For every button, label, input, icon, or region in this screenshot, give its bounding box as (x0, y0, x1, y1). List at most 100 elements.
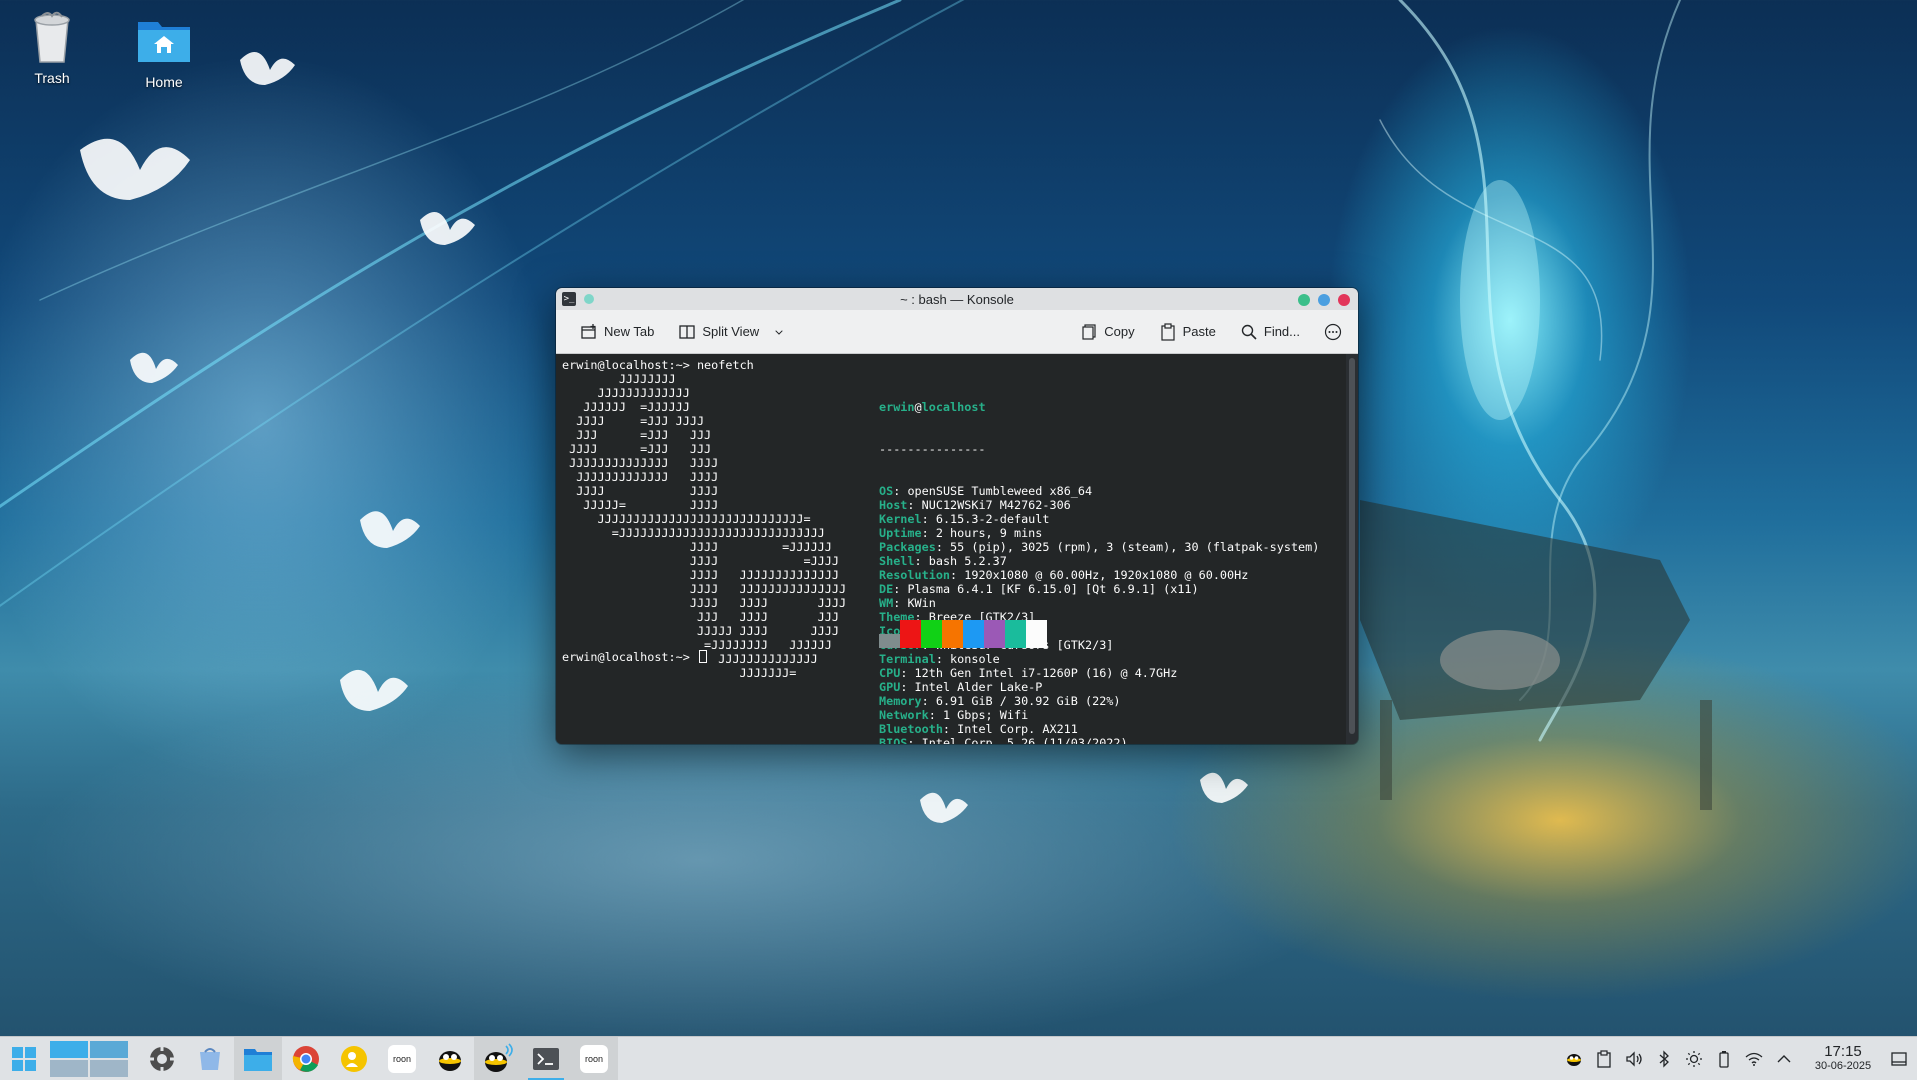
desktop-icon-home[interactable]: Home (122, 10, 206, 90)
digital-clock[interactable]: 17:15 30-06-2025 (1805, 1044, 1881, 1073)
info-key: CPU (879, 666, 901, 680)
virtual-desktop-3[interactable] (50, 1059, 88, 1077)
virtual-desktop-1[interactable] (50, 1040, 88, 1058)
more-menu-button[interactable] (1318, 319, 1348, 345)
taskbar: roon roon 17:15 30-06-2025 (0, 1036, 1917, 1080)
virtual-desktop-4[interactable] (90, 1059, 128, 1077)
info-user: erwin (879, 400, 915, 414)
tray-clipboard[interactable] (1589, 1037, 1619, 1080)
info-value: 6.91 GiB / 30.92 GiB (22%) (935, 694, 1121, 708)
tray-bluetooth[interactable] (1649, 1037, 1679, 1080)
paste-button[interactable]: Paste (1153, 319, 1222, 345)
taskbar-konsole[interactable] (522, 1036, 570, 1080)
info-value: Intel Alder Lake-P (914, 680, 1043, 694)
info-value: Plasma 6.4.1 [KF 6.15.0] [Qt 6.9.1] (x11… (907, 582, 1199, 596)
neofetch-ascii-logo: JJJJJJJJ JJJJJJJJJJJJJ JJJJJJ =JJJJJJ JJ… (569, 372, 847, 680)
audio-bee-playing-icon (485, 1042, 513, 1072)
taskbar-chrome[interactable] (282, 1037, 330, 1080)
color-swatch (1026, 620, 1047, 648)
konsole-icon (533, 1047, 559, 1070)
neofetch-info: erwin@localhost --------------- OS: open… (879, 372, 1319, 744)
virtual-desktop-2[interactable] (90, 1040, 128, 1058)
split-view-label: Split View (702, 324, 760, 339)
info-row-packages: Packages: 55 (pip), 3025 (rpm), 3 (steam… (879, 540, 1320, 554)
show-desktop-button[interactable] (1881, 1037, 1917, 1080)
window-titlebar[interactable]: >_ ~ : bash — Konsole (556, 288, 1358, 310)
minimize-button[interactable] (1298, 294, 1310, 306)
terminal-scrollbar[interactable] (1346, 354, 1358, 744)
info-row-wm: WM: KWin (879, 596, 936, 610)
terminal-output[interactable]: erwin@localhost:~> neofetch JJJJJJJJ JJJ… (556, 354, 1346, 744)
roon-running-icon: roon (580, 1044, 608, 1073)
copy-label: Copy (1104, 324, 1135, 339)
info-key: DE (879, 582, 894, 596)
info-value: NUC12WSKi7 M42762-306 (921, 498, 1071, 512)
color-swatch (921, 620, 942, 648)
info-row-bios: BIOS: Intel Corp. 5.26 (11/03/2022) (879, 736, 1319, 744)
info-row-resolution: Resolution: 1920x1080 @ 60.00Hz, 1920x10… (879, 568, 1249, 582)
taskbar-discover[interactable] (186, 1037, 234, 1080)
dolphin-files-icon (244, 1048, 272, 1071)
command: neofetch (696, 358, 754, 372)
clock-time: 17:15 (1824, 1043, 1862, 1060)
search-icon (1241, 324, 1257, 340)
info-row-terminal: Terminal: konsole (879, 652, 1000, 666)
split-view-icon (679, 324, 695, 339)
color-swatch (984, 620, 1005, 648)
chrome-browser-icon (292, 1045, 319, 1072)
color-swatch (900, 620, 921, 648)
maximize-button[interactable] (1318, 294, 1330, 306)
info-row-uptime: Uptime: 2 hours, 9 mins (879, 526, 1043, 540)
new-tab-button[interactable]: New Tab (574, 319, 660, 345)
virtual-desktop-pager[interactable] (50, 1040, 130, 1077)
desktop-icon-trash[interactable]: Trash (10, 6, 94, 86)
find-button[interactable]: Find... (1234, 319, 1306, 345)
system-tray: 17:15 30-06-2025 (1559, 1037, 1917, 1080)
info-row-de: DE: Plasma 6.4.1 [KF 6.15.0] [Qt 6.9.1] … (879, 582, 1199, 596)
konsole-toolbar: New Tab Split View Copy Paste Find... (556, 310, 1358, 354)
info-key: Bluetooth (879, 722, 943, 736)
konsole-window[interactable]: >_ ~ : bash — Konsole New Tab Split View… (556, 288, 1358, 744)
info-at: @ (914, 400, 922, 414)
show-desktop-icon (1891, 1051, 1907, 1066)
tray-wifi[interactable] (1739, 1037, 1769, 1080)
brightness-icon (1686, 1050, 1702, 1067)
taskbar-roon-running[interactable]: roon (570, 1036, 618, 1080)
tray-expander[interactable] (1769, 1037, 1799, 1080)
close-button[interactable] (1338, 294, 1350, 306)
info-key: Host (879, 498, 908, 512)
info-row-network: Network: 1 Gbps; Wifi (879, 708, 1029, 722)
tray-battery[interactable] (1709, 1037, 1739, 1080)
split-view-button[interactable]: Split View (672, 319, 791, 345)
info-key: Terminal (879, 652, 936, 666)
roon-icon: roon (388, 1044, 416, 1073)
taskbar-audio-bee-playing[interactable] (474, 1036, 522, 1080)
info-key: Kernel (879, 512, 922, 526)
taskbar-yellow-app[interactable] (330, 1037, 378, 1080)
audio-bee-icon (439, 1050, 461, 1071)
color-swatch (879, 634, 900, 648)
info-value: openSUSE Tumbleweed x86_64 (907, 484, 1093, 498)
command-line-current: erwin@localhost:~> (562, 650, 707, 664)
chevron-down-icon[interactable] (773, 326, 785, 338)
tray-audio-bee[interactable] (1559, 1037, 1589, 1080)
tray-brightness[interactable] (1679, 1037, 1709, 1080)
info-key: WM (879, 596, 894, 610)
taskbar-dolphin[interactable] (234, 1036, 282, 1080)
scrollbar-thumb[interactable] (1349, 358, 1355, 734)
taskbar-roon[interactable]: roon (378, 1037, 426, 1080)
info-value: 55 (pip), 3025 (rpm), 3 (steam), 30 (fla… (950, 540, 1320, 554)
info-row-bluetooth: Bluetooth: Intel Corp. AX211 (879, 722, 1078, 736)
copy-button[interactable]: Copy (1074, 319, 1140, 345)
taskbar-system-settings[interactable] (138, 1037, 186, 1080)
info-key: Uptime (879, 526, 922, 540)
color-palette (879, 620, 1047, 648)
info-row-shell: Shell: bash 5.2.37 (879, 554, 1007, 568)
window-title: ~ : bash — Konsole (900, 291, 1014, 307)
info-row-cpu: CPU: 12th Gen Intel i7-1260P (16) @ 4.7G… (879, 666, 1178, 680)
taskbar-audio-bee[interactable] (426, 1037, 474, 1080)
tray-volume[interactable] (1619, 1037, 1649, 1080)
home-folder-icon (134, 10, 194, 70)
info-key: Shell (879, 554, 915, 568)
application-launcher[interactable] (0, 1037, 48, 1080)
